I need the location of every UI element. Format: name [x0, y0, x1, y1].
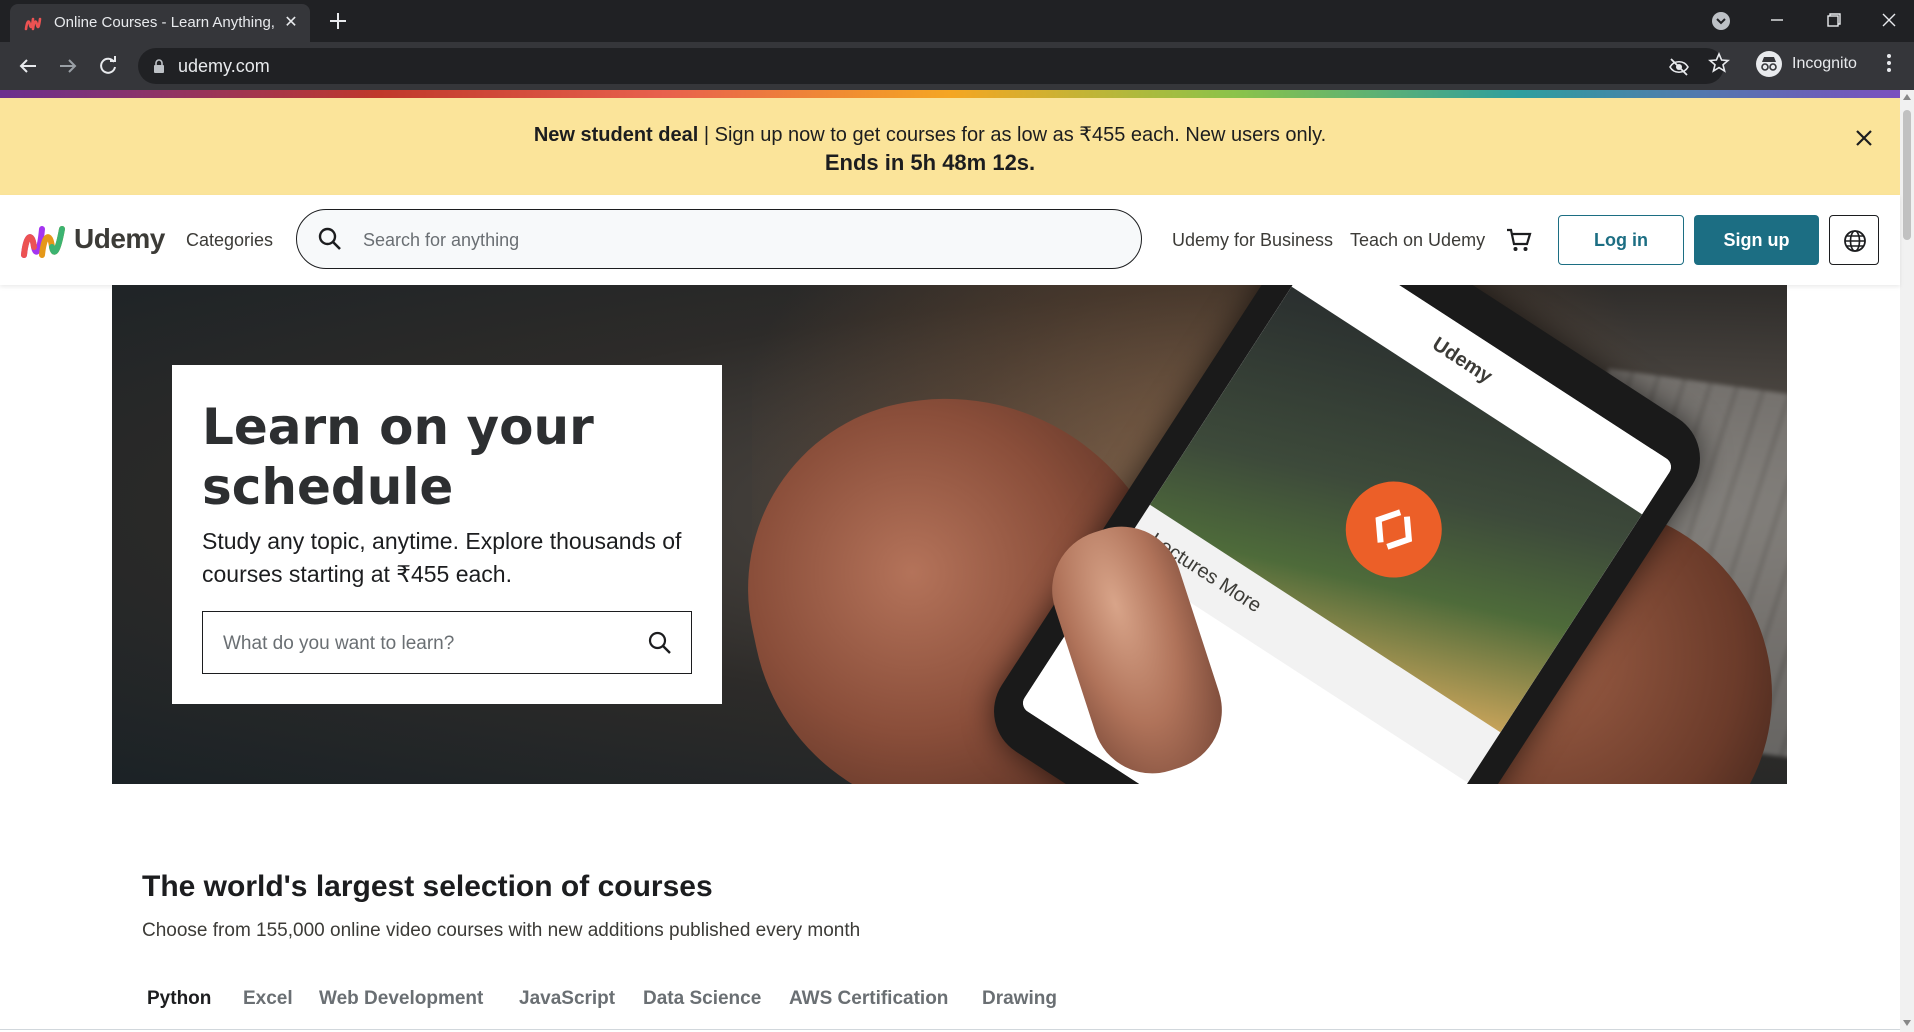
hero-subtitle: Study any topic, anytime. Explore thousa…	[202, 528, 682, 587]
forward-icon[interactable]	[54, 52, 82, 80]
incognito-icon	[1756, 51, 1782, 77]
hero-card: Learn on your schedule Study any topic, …	[172, 365, 722, 704]
brand-gradient-strip	[0, 90, 1900, 98]
new-tab-icon[interactable]	[326, 9, 350, 33]
tab-web-development[interactable]: Web Development	[319, 988, 483, 1010]
browser-menu-icon[interactable]	[1886, 52, 1892, 74]
scroll-up-arrow-icon[interactable]	[1903, 94, 1911, 100]
bookmark-star-icon[interactable]	[1708, 52, 1730, 74]
tab-data-science[interactable]: Data Science	[643, 988, 761, 1010]
tab-python[interactable]: Python	[147, 988, 211, 1010]
restore-icon[interactable]	[1818, 6, 1848, 34]
phone-play-icon	[1327, 463, 1461, 596]
tracking-blocked-eye-icon[interactable]	[1668, 56, 1690, 78]
globe-icon	[1844, 230, 1866, 252]
shopping-cart-icon[interactable]	[1504, 225, 1534, 255]
close-window-icon[interactable]	[1874, 6, 1904, 34]
incognito-profile-button[interactable]: Incognito	[1752, 49, 1902, 79]
teach-on-udemy-link[interactable]: Teach on Udemy	[1350, 230, 1485, 251]
hero-search-icon[interactable]	[647, 630, 673, 656]
sign-up-button[interactable]: Sign up	[1694, 215, 1819, 265]
site-header: Udemy Categories Search for anything Ude…	[0, 195, 1900, 285]
lock-icon[interactable]	[152, 58, 166, 74]
hero-search-placeholder: What do you want to learn?	[223, 633, 455, 654]
browser-tab-strip: Online Courses - Learn Anything, On Your…	[0, 0, 1914, 42]
page-scrollbar[interactable]	[1900, 90, 1914, 1032]
browser-tab[interactable]: Online Courses - Learn Anything, On Your…	[10, 4, 310, 42]
hero-title: Learn on your schedule	[202, 398, 594, 516]
hero-search-input[interactable]: What do you want to learn?	[202, 611, 692, 674]
categories-menu[interactable]: Categories	[186, 230, 273, 251]
reload-icon[interactable]	[94, 52, 122, 80]
log-in-button[interactable]: Log in	[1558, 215, 1684, 265]
tab-title: Online Courses - Learn Anything, On Your…	[54, 14, 276, 31]
browser-toolbar: udemy.com	[0, 42, 1914, 90]
incognito-label: Incognito	[1792, 55, 1857, 72]
url-text: udemy.com	[178, 56, 270, 76]
hero-banner: Udemy Lectures More Learn on your schedu…	[112, 285, 1787, 784]
header-search-input[interactable]: Search for anything	[363, 230, 519, 251]
udemy-logo-icon[interactable]	[20, 221, 68, 261]
tab-close-icon[interactable]: ✕	[282, 14, 300, 32]
deal-text: | Sign up now to get courses for as low …	[698, 124, 1327, 146]
header-search-bar[interactable]: Search for anything	[296, 209, 1142, 269]
tab-excel[interactable]: Excel	[243, 988, 293, 1010]
phone-app-brand: Udemy	[1428, 333, 1497, 388]
minimize-icon[interactable]	[1762, 6, 1792, 34]
tab-drawing[interactable]: Drawing	[982, 988, 1057, 1010]
courses-section-subtitle: Choose from 155,000 online video courses…	[142, 920, 861, 941]
tab-javascript[interactable]: JavaScript	[519, 988, 615, 1010]
back-icon[interactable]	[14, 52, 42, 80]
udemy-for-business-link[interactable]: Udemy for Business	[1172, 230, 1333, 251]
courses-section-title: The world's largest selection of courses	[142, 870, 713, 903]
address-bar[interactable]: udemy.com	[138, 48, 1724, 84]
deal-countdown: Ends in 5h 48m 12s.	[824, 150, 1036, 175]
tab-aws-certification[interactable]: AWS Certification	[789, 988, 948, 1010]
tab-search-icon[interactable]	[1710, 10, 1732, 32]
new-student-deal-banner: New student deal | Sign up now to get co…	[0, 98, 1900, 195]
search-icon[interactable]	[317, 226, 343, 252]
deal-headline: New student deal	[533, 124, 699, 146]
tabs-divider	[0, 1029, 1900, 1030]
udemy-favicon-icon	[24, 17, 42, 31]
close-banner-icon[interactable]	[1852, 126, 1876, 150]
language-selector-button[interactable]	[1829, 215, 1879, 265]
deal-message: New student deal | Sign up now to get co…	[0, 122, 1860, 147]
scrollbar-thumb[interactable]	[1903, 110, 1911, 240]
udemy-logo-text[interactable]: Udemy	[74, 223, 165, 255]
scroll-down-arrow-icon[interactable]	[1903, 1020, 1911, 1026]
